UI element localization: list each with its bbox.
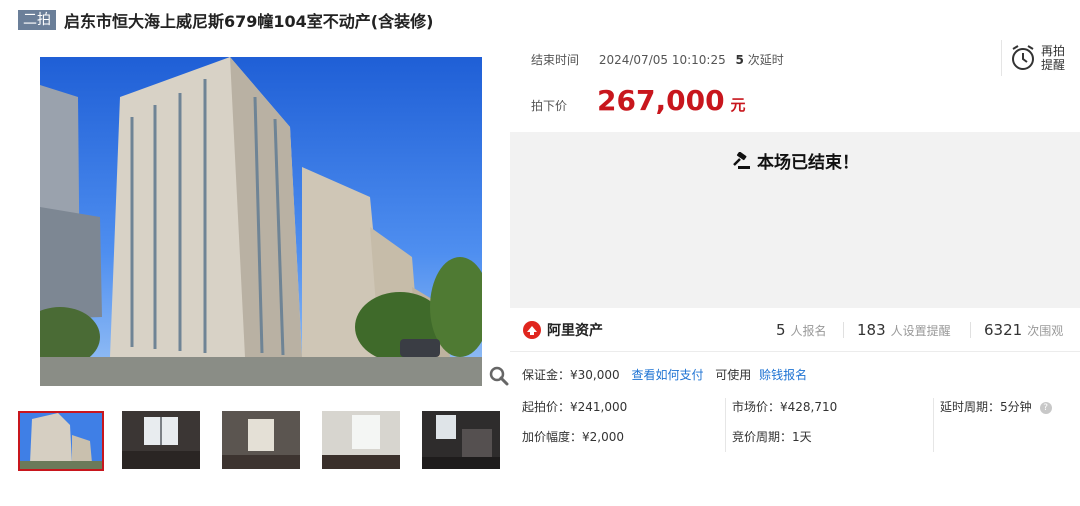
- start-price: 起拍价：¥241,000: [522, 400, 628, 414]
- delay-period-text: 延时周期：5分钟: [940, 400, 1032, 414]
- view-stat: 6321 次围观: [984, 321, 1063, 339]
- listing-title: 启东市恒大海上威尼斯679幢104室不动产(含装修): [64, 12, 434, 31]
- thumbnail-4[interactable]: [322, 411, 408, 471]
- grid-divider: [933, 398, 934, 452]
- credit-signup-link[interactable]: 赊钱报名: [759, 368, 807, 382]
- thumbnail-1[interactable]: [18, 411, 104, 471]
- auction-ended-panel: 本场已结束！: [510, 132, 1080, 308]
- signup-label: 人报名: [790, 324, 827, 338]
- end-time-value: 2024/07/05 10:10:25: [598, 53, 726, 67]
- how-to-pay-link[interactable]: 查看如何支付: [631, 368, 703, 382]
- stat-divider: [970, 322, 971, 338]
- bid-period: 竞价周期：1天: [732, 430, 812, 444]
- final-price-label: 拍下价: [531, 99, 568, 113]
- platform-name: 阿里资产: [547, 323, 603, 339]
- grid-divider: [725, 398, 726, 452]
- delay-count: 5 次延时: [736, 53, 784, 67]
- reminder-stat: 183 人设置提醒: [857, 321, 951, 339]
- gavel-icon: [733, 151, 750, 169]
- alarm-clock-icon: [1012, 45, 1034, 70]
- usable-label: 可使用: [715, 368, 752, 382]
- rebid-reminder-label: 再拍提醒: [1041, 44, 1066, 72]
- ali-asset-logo-icon: [523, 321, 541, 339]
- platform-brand: 阿里资产: [522, 320, 603, 340]
- delay-count-number: 5: [735, 53, 744, 67]
- final-price-value: 267,000: [597, 84, 725, 117]
- auction-details-grid: 起拍价：¥241,000 市场价：¥428,710 延时周期：5分钟? 加价幅度…: [522, 398, 1080, 452]
- view-label: 次围观: [1027, 324, 1064, 338]
- end-time-row: 结束时间 2024/07/05 10:10:25 5 次延时: [531, 51, 784, 68]
- final-price-unit: 元: [730, 96, 746, 114]
- end-time-label: 结束时间: [531, 53, 580, 67]
- delay-count-suffix: 次延时: [747, 53, 784, 67]
- auction-ended-text: 本场已结束！: [757, 153, 859, 173]
- final-price-row: 拍下价 267,000 元: [531, 84, 746, 117]
- market-price: 市场价：¥428,710: [732, 400, 838, 414]
- reminder-label: 人设置提醒: [890, 324, 951, 338]
- signup-stat: 5 人报名: [776, 321, 827, 339]
- question-icon[interactable]: ?: [1039, 401, 1052, 414]
- stats-bar: 阿里资产 5 人报名 183 人设置提醒 6321 次围观: [510, 308, 1080, 352]
- thumbnail-3[interactable]: [222, 411, 308, 471]
- signup-count: 5: [776, 321, 786, 339]
- rebid-reminder-button[interactable]: 再拍提醒: [1001, 40, 1073, 76]
- delay-period: 延时周期：5分钟?: [940, 398, 1052, 415]
- round-badge: 二拍: [18, 10, 56, 30]
- thumbnail-2[interactable]: [122, 411, 208, 471]
- main-photo[interactable]: [40, 57, 482, 386]
- reminder-count: 183: [857, 321, 886, 339]
- listing-header: 二拍 启东市恒大海上威尼斯679幢104室不动产(含装修): [18, 9, 433, 31]
- thumbnail-5[interactable]: [422, 411, 508, 471]
- stat-divider: [843, 322, 844, 338]
- deposit-amount: 保证金：¥30,000: [522, 368, 620, 382]
- magnifier-icon[interactable]: [488, 366, 510, 386]
- deposit-row: 保证金：¥30,000 查看如何支付 可使用 赊钱报名: [522, 366, 807, 383]
- bid-increment: 加价幅度：¥2,000: [522, 430, 624, 444]
- view-count: 6321: [984, 321, 1023, 339]
